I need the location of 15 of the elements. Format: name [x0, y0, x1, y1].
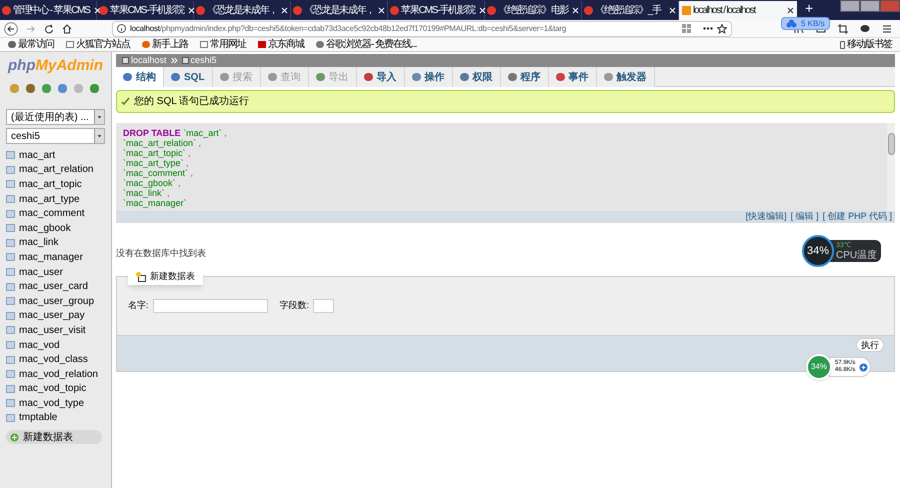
field-count-label: 字段数:	[280, 298, 310, 312]
sql-line: `mac_art_topic` ,	[123, 148, 191, 158]
sql-line: `mac_art_type` ,	[123, 158, 189, 168]
network-speed-tooltip: 5 KB/s	[781, 17, 830, 30]
sql-line: `mac_art_relation` ,	[123, 138, 202, 148]
sql-line: DROP TABLE `mac_art` ,	[123, 128, 227, 138]
sql-line: `mac_link` ,	[123, 188, 170, 198]
sql-line: `mac_manager`	[123, 198, 187, 208]
success-text: 您的 SQL 语句已成功运行	[134, 94, 250, 109]
sql-line: `mac_gbook` ,	[123, 178, 181, 188]
name-label: 名字:	[128, 298, 149, 312]
sql-line: `mac_comment` ,	[123, 168, 194, 178]
url-text: localhost/phpmyadmin/index.php?db=ceshi5&token=cdab73d3ace5c92cb48b12ed7f170199#PMAURL:db=ceshi5&server=1&targ	[130, 22, 566, 34]
create-table-legend: 新建数据表	[128, 270, 203, 284]
no-tables-message: 没有在数据库中找到表	[116, 247, 206, 260]
